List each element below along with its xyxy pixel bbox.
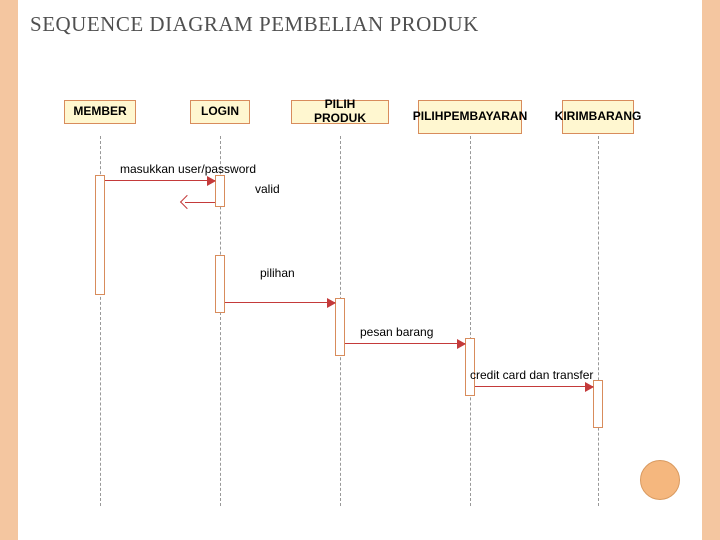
message-label-3: pesan barang (360, 325, 433, 339)
message-arrowhead-1 (180, 195, 194, 209)
activation-4 (465, 338, 475, 396)
activation-1 (215, 175, 225, 207)
decorative-circle (640, 460, 680, 500)
title-seg-c: P (259, 12, 271, 36)
activation-0 (95, 175, 105, 295)
lane-header-text: MEMBER (73, 105, 126, 119)
activation-2 (215, 255, 225, 313)
activation-5 (593, 380, 603, 428)
lane-header-member: MEMBER (64, 100, 136, 124)
lane-header-text: BARANG (589, 110, 642, 124)
lane-header-kirim-barang: KIRIMBARANG (562, 100, 634, 134)
message-label-1: valid (255, 182, 280, 196)
lane-header-text: PEMBAYARAN (443, 110, 527, 124)
lane-header-text: KIRIM (555, 110, 589, 124)
title-seg-b: EQUENCE DIAGRAM (42, 12, 259, 36)
activation-3 (335, 298, 345, 356)
title-seg-d: EMBELIAN PRODUK (271, 12, 479, 36)
message-label-2: pilihan (260, 266, 295, 280)
title-seg-a: S (30, 12, 42, 36)
lane-header-login: LOGIN (190, 100, 250, 124)
message-label-4: credit card dan transfer (470, 368, 593, 382)
lane-header-text: PILIH PRODUK (298, 98, 382, 126)
sequence-diagram: MEMBER LOGIN PILIH PRODUK PILIHPEMBAYARAN KI… (30, 70, 690, 520)
lane-header-text: LOGIN (201, 105, 239, 119)
lifeline-kirim-barang (598, 136, 599, 506)
slide-title: SEQUENCE DIAGRAM PEMBELIAN PRODUK (30, 12, 479, 37)
lane-header-pilih-pembayaran: PILIHPEMBAYARAN (418, 100, 522, 134)
lane-header-text: PILIH (413, 110, 444, 124)
message-arrow-3 (345, 343, 465, 344)
lifeline-pilih-pembayaran (470, 136, 471, 506)
message-arrow-0 (105, 180, 215, 181)
message-arrow-2 (225, 302, 335, 303)
message-label-0: masukkan user/password (120, 162, 256, 176)
message-arrow-4 (475, 386, 593, 387)
lane-header-pilih-produk: PILIH PRODUK (291, 100, 389, 124)
slide-border-right (702, 0, 720, 540)
slide-border-left (0, 0, 18, 540)
